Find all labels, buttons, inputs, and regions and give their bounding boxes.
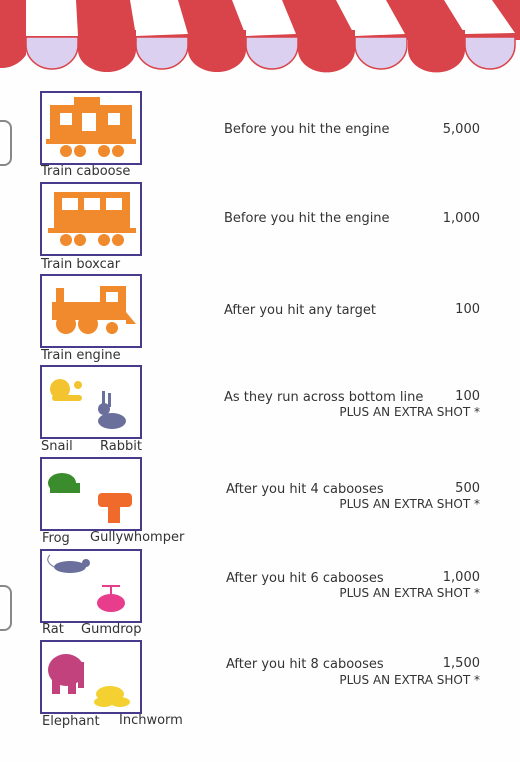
row-description: As they run across bottom line [224,390,424,405]
row-description: After you hit 6 cabooses [226,571,384,586]
label-gullywhomper: Gullywhomper [90,530,185,545]
row-points: 1,000 [442,211,480,226]
frog-gullywhomper-image-box [40,457,142,531]
engine-image-box [40,274,142,348]
row-extra: PLUS AN EXTRA SHOT * [339,673,480,687]
row-points: 500 [455,481,480,496]
label-train-caboose: Train caboose [41,164,131,179]
label-snail: Snail [41,439,73,454]
train-caboose-icon [46,97,136,157]
snail-rabbit-image-box [40,365,142,439]
row-points: 1,000 [442,570,480,585]
row-description: After you hit any target [224,303,377,318]
row-points: 100 [455,302,480,317]
label-inchworm: Inchworm [119,713,183,728]
row-description: Before you hit the engine [224,122,390,137]
train-engine-icon [52,286,136,334]
binder-ring [0,585,12,631]
label-train-engine: Train engine [41,348,121,363]
row-points: 1,500 [442,656,480,671]
elephant-inchworm-icons [48,654,130,707]
label-frog: Frog [42,531,70,546]
snail-rabbit-icons [50,379,126,429]
row-extra: PLUS AN EXTRA SHOT * [339,405,480,419]
snail-icon [50,379,82,401]
awning-decoration [0,0,520,73]
row-description: After you hit 8 cabooses [226,657,384,672]
rat-gumdrop-image-box [40,549,142,623]
row-points: 5,000 [442,122,480,137]
label-rat: Rat [42,622,64,637]
row-extra: PLUS AN EXTRA SHOT * [339,586,480,600]
frog-icon [48,473,80,493]
gullywhomper-icon [98,493,132,523]
label-train-boxcar: Train boxcar [41,257,121,272]
elephant-inchworm-image-box [40,640,142,714]
rat-icon [54,559,90,573]
binder-ring [0,120,12,166]
train-boxcar-icon [48,192,136,246]
rat-gumdrop-icons [47,554,125,612]
caboose-image-box [40,91,142,165]
elephant-icon [48,654,84,694]
rabbit-icon [98,391,126,429]
row-points: 100 [455,389,480,404]
row-description: After you hit 4 cabooses [226,482,384,497]
row-description: Before you hit the engine [224,211,390,226]
frog-gullywhomper-icons [48,473,132,523]
row-extra: PLUS AN EXTRA SHOT * [339,497,480,511]
label-elephant: Elephant [42,714,100,729]
inchworm-icon [94,686,130,707]
label-rabbit: Rabbit [100,439,142,454]
label-gumdrop: Gumdrop [81,622,142,637]
boxcar-image-box [40,182,142,256]
gumdrop-icon [97,585,125,612]
